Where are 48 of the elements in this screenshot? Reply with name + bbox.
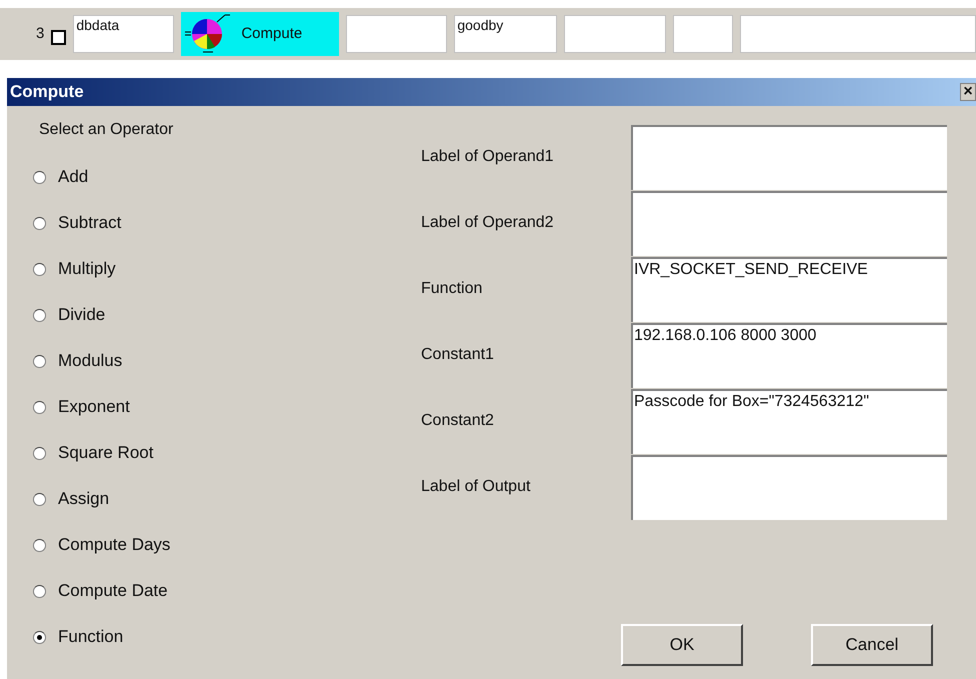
field-label: Label of Operand2 — [421, 213, 555, 233]
dialog-button[interactable]: Cancel — [811, 624, 933, 666]
text-field[interactable] — [631, 124, 947, 190]
text-field[interactable]: Passcode for Box="7324563212" — [631, 388, 947, 454]
radio-label[interactable]: Subtract — [58, 210, 122, 236]
close-button[interactable]: × — [960, 83, 976, 101]
radio-button[interactable] — [33, 492, 46, 506]
field-label: Label of Output — [421, 477, 532, 497]
text-field[interactable] — [631, 190, 947, 256]
radio-label[interactable]: Add — [58, 164, 88, 190]
radio-button[interactable] — [33, 354, 46, 368]
radio-label[interactable]: Modulus — [58, 348, 122, 374]
radio-label[interactable]: Assign — [58, 486, 110, 512]
text-field[interactable] — [740, 15, 976, 53]
text-field[interactable] — [631, 454, 947, 520]
radio-button[interactable] — [33, 584, 46, 598]
text-field[interactable] — [673, 15, 734, 53]
radio-label[interactable]: Multiply — [58, 256, 116, 282]
field-label: Constant2 — [421, 411, 495, 431]
text-field[interactable]: goodby — [454, 15, 558, 53]
text-field[interactable] — [346, 15, 448, 53]
section-heading: Select an Operator — [39, 120, 174, 140]
field-label: Function — [421, 279, 484, 299]
dialog-button[interactable]: OK — [621, 624, 743, 666]
text-field[interactable]: 192.168.0.106 8000 3000 — [631, 322, 947, 388]
checkbox[interactable] — [51, 30, 66, 44]
radio-button[interactable] — [33, 170, 46, 184]
radio-button[interactable] — [33, 262, 46, 276]
radio-label[interactable]: Square Root — [58, 440, 154, 466]
radio-button[interactable] — [33, 308, 46, 322]
field-label: Constant1 — [421, 345, 495, 365]
text-field[interactable]: dbdata — [73, 15, 174, 53]
window-title: Compute — [10, 81, 84, 104]
row-number: 3 — [36, 24, 44, 44]
radio-label[interactable]: Exponent — [58, 394, 130, 420]
radio-button[interactable] — [33, 538, 46, 552]
compute-node[interactable]: Compute — [181, 12, 340, 56]
radio-button[interactable] — [33, 630, 46, 644]
radio-label[interactable]: Function — [58, 624, 124, 650]
radio-button[interactable] — [33, 400, 46, 414]
text-field[interactable] — [564, 15, 666, 53]
radio-label[interactable]: Compute Days — [58, 532, 170, 558]
radio-button[interactable] — [33, 446, 46, 460]
radio-label[interactable]: Divide — [58, 302, 106, 328]
text-field[interactable]: IVR_SOCKET_SEND_RECEIVE — [631, 256, 947, 322]
radio-button[interactable] — [33, 216, 46, 230]
radio-label[interactable]: Compute Date — [58, 578, 168, 604]
field-label: Label of Operand1 — [421, 147, 555, 167]
